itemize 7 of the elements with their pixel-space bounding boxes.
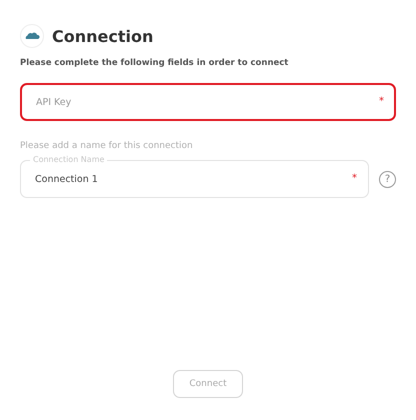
instructions-text: Please complete the following fields in order to connect <box>20 58 290 68</box>
required-mark: * <box>379 96 384 108</box>
cloud-logo-icon <box>20 24 44 48</box>
window-title: Connection <box>52 26 154 46</box>
hint-text: Please add a name for this connection <box>20 141 194 151</box>
required-mark: * <box>352 173 357 185</box>
help-button[interactable]: ? <box>379 170 396 188</box>
